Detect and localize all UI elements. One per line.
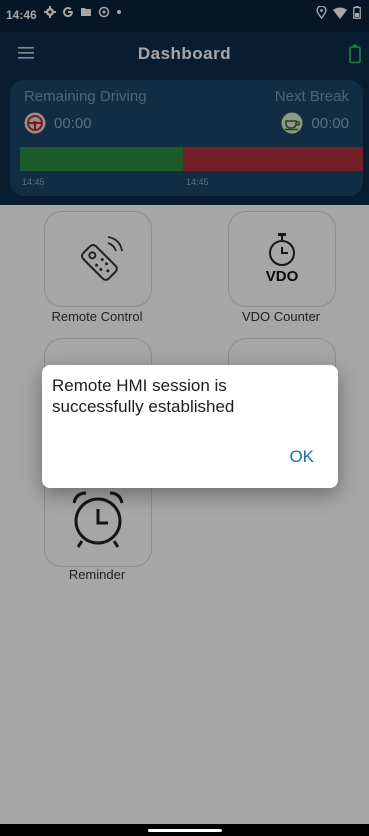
alert-dialog: Remote HMI session is successfully estab…: [42, 365, 338, 488]
dialog-message: Remote HMI session is successfully estab…: [52, 376, 235, 416]
system-navigation-bar: [0, 824, 369, 836]
home-gesture-handle[interactable]: [148, 829, 222, 832]
ok-button[interactable]: OK: [289, 447, 314, 467]
